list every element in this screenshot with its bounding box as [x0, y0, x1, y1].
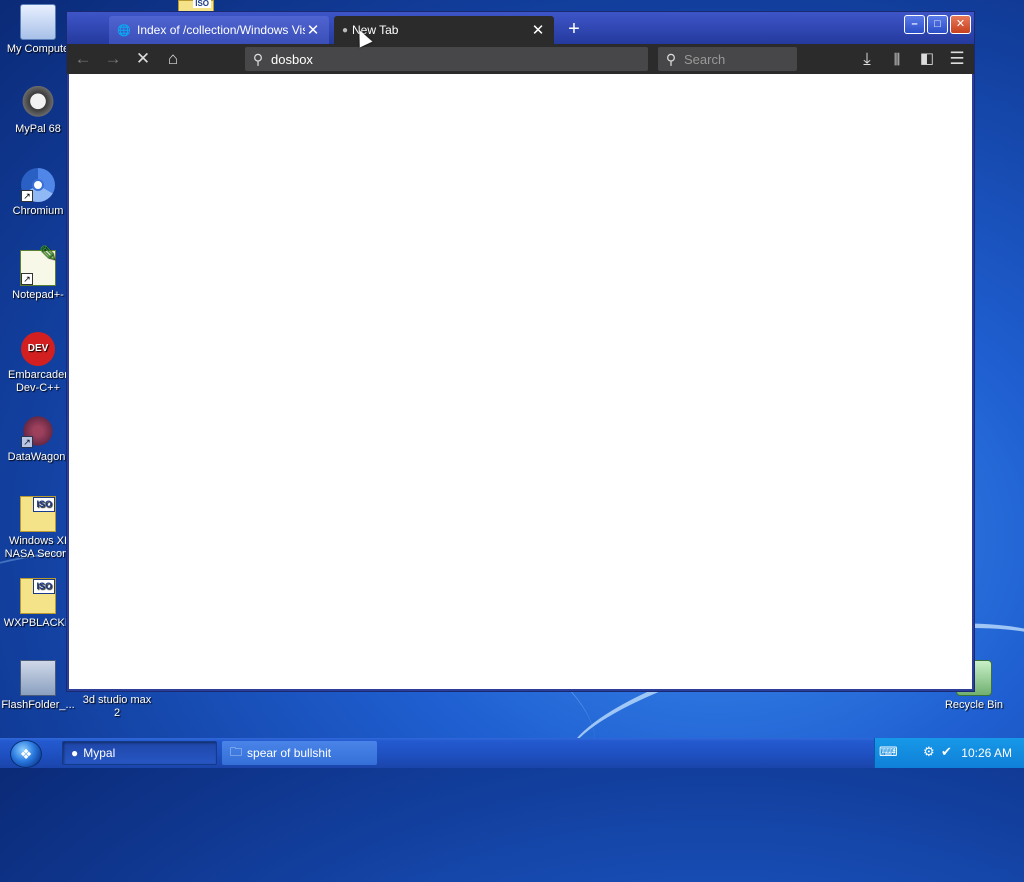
desktop-icon-label: Embarcader Dev-C++: [8, 369, 68, 394]
taskbar: ❖ ● Mypal 🗀 spear of bullshit ⌨ ⚙ ✔ 10:2…: [0, 738, 1024, 768]
tab-title: Index of /collection/Windows Vista: [137, 23, 305, 37]
navigation-toolbar: ← → ✕ ⌂ ⚲ ⚲ ⤓ ⫼ ◧ ☰: [67, 44, 974, 74]
taskbar-button-folder[interactable]: 🗀 spear of bullshit: [222, 741, 377, 765]
keyboard-icon[interactable]: ⌨: [879, 744, 898, 760]
desktop-icon-windows-iso[interactable]: Windows XI NASA Secon.: [0, 496, 76, 561]
windows-logo-icon: ❖: [19, 746, 33, 762]
desktop-icon-label: DataWagon.: [7, 451, 69, 463]
sidebar-button[interactable]: ◧: [915, 48, 939, 70]
taskbar-button-mypal[interactable]: ● Mypal: [62, 741, 217, 765]
arrow-left-icon: ←: [74, 49, 92, 68]
close-window-button[interactable]: ✕: [950, 15, 971, 34]
desktop-icon-wxpblackb[interactable]: WXPBLACKB: [0, 578, 76, 630]
system-tray: ⌨ ⚙ ✔ 10:26 AM: [874, 738, 1024, 768]
globe-icon: 🌐: [117, 25, 131, 37]
library-button[interactable]: ⫼: [885, 48, 909, 70]
datawagon-icon: [21, 414, 55, 448]
library-icon: ⫼: [893, 51, 901, 67]
raccoon-icon: [21, 86, 55, 120]
desktop-icon-label: 3d studio max 2: [82, 694, 152, 719]
close-tab-icon[interactable]: ✕: [305, 21, 321, 39]
loading-dot-icon: ●: [342, 24, 349, 36]
desktop-icon-label: MyPal 68: [15, 123, 61, 135]
desktop-icon-3d-studio-max[interactable]: 3d studio max 2: [79, 694, 155, 720]
minimize-button[interactable]: –: [904, 15, 925, 34]
desktop-icon-dev-cpp[interactable]: Embarcader Dev-C++: [0, 332, 76, 395]
notepad-icon: [20, 247, 57, 286]
search-box[interactable]: ⚲: [658, 47, 797, 71]
search-input[interactable]: [684, 51, 797, 67]
chromium-icon: [21, 168, 55, 202]
start-button[interactable]: ❖: [10, 740, 42, 768]
desktop-icon-mypal[interactable]: MyPal 68: [0, 86, 76, 136]
installer-icon: [20, 660, 56, 696]
forward-button[interactable]: →: [101, 48, 125, 70]
close-icon: ✕: [135, 49, 151, 68]
desktop-icon-label: Notepad+-: [12, 289, 64, 301]
taskbar-button-label: spear of bullshit: [247, 746, 332, 760]
desktop-icon-notepad[interactable]: Notepad+-: [0, 247, 76, 302]
sidebar-icon: ◧: [919, 50, 935, 67]
menu-button[interactable]: ☰: [945, 48, 969, 70]
desktop-icon-label: FlashFolder_...: [1, 699, 75, 711]
desktop-icon-flashfolder[interactable]: FlashFolder_...: [0, 660, 76, 712]
iso-file-icon: [20, 496, 56, 532]
dev-cpp-icon: [21, 332, 55, 366]
hamburger-menu-icon: ☰: [949, 49, 965, 68]
network-icon[interactable]: ⚙: [923, 744, 935, 760]
browser-window: 🌐 Index of /collection/Windows Vista ✕ ●…: [66, 11, 975, 692]
desktop-icon-label: Recycle Bin: [944, 699, 1004, 711]
desktop-icon-datawagon[interactable]: DataWagon.: [0, 414, 76, 464]
new-tab-button[interactable]: +: [562, 16, 586, 42]
downloads-button[interactable]: ⤓: [855, 48, 879, 70]
search-icon: ⚲: [665, 50, 677, 67]
download-icon: ⤓: [863, 49, 871, 68]
computer-icon: [20, 4, 56, 40]
desktop-icon-label: Chromium: [12, 205, 64, 217]
folder-icon: 🗀: [230, 744, 243, 759]
arrow-right-icon: →: [104, 49, 122, 68]
page-content-area[interactable]: [69, 74, 972, 689]
raccoon-icon: ●: [71, 746, 79, 760]
antivirus-icon[interactable]: ✔: [941, 744, 952, 760]
address-bar[interactable]: ⚲: [245, 47, 648, 71]
maximize-button[interactable]: □: [927, 15, 948, 34]
tab-index-collection[interactable]: 🌐 Index of /collection/Windows Vista ✕: [109, 16, 329, 44]
search-icon: ⚲: [252, 50, 264, 67]
close-tab-icon[interactable]: ✕: [530, 21, 546, 39]
desktop-icon-chromium[interactable]: Chromium: [0, 168, 76, 218]
desktop-icon-label: Windows XI NASA Secon.: [4, 535, 72, 560]
desktop-icon-label: My Compute: [6, 43, 70, 55]
desktop-icon-my-computer[interactable]: My Compute: [0, 4, 76, 56]
clock[interactable]: 10:26 AM: [961, 746, 1012, 760]
stop-button[interactable]: ✕: [131, 48, 155, 70]
title-bar[interactable]: 🌐 Index of /collection/Windows Vista ✕ ●…: [67, 12, 974, 44]
taskbar-button-label: Mypal: [83, 746, 116, 760]
desktop-icon-label: WXPBLACKB: [3, 617, 73, 629]
tab-title: New Tab: [352, 23, 399, 37]
url-input[interactable]: [271, 51, 648, 67]
back-button[interactable]: ←: [71, 48, 95, 70]
iso-file-icon: [20, 578, 56, 614]
home-icon: ⌂: [167, 49, 179, 68]
home-button[interactable]: ⌂: [161, 48, 185, 70]
